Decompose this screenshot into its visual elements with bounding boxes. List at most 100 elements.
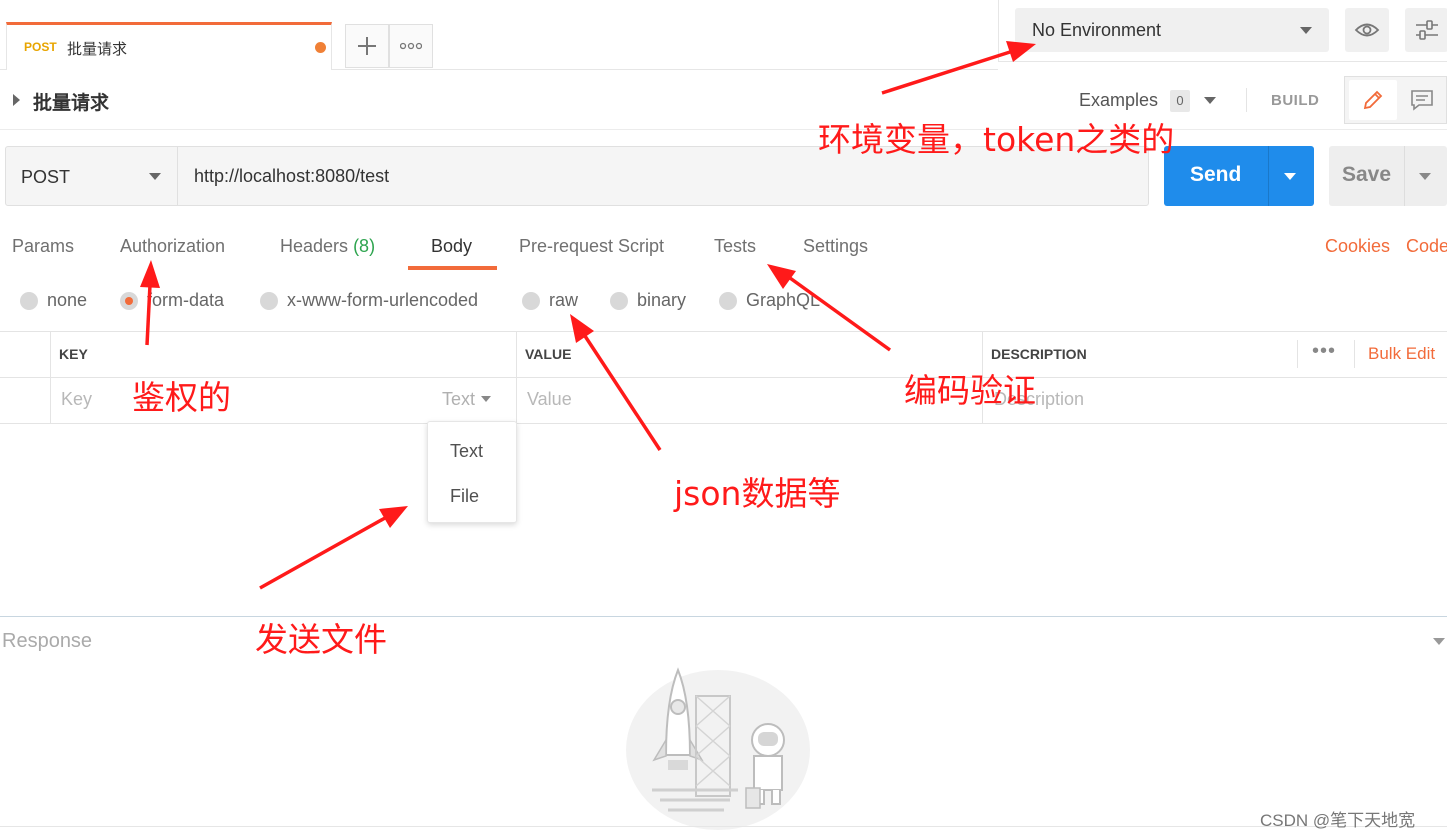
tab-authorization[interactable]: Authorization — [120, 236, 225, 257]
send-button[interactable]: Send — [1164, 146, 1314, 206]
radio-selected-icon — [120, 291, 138, 310]
body-type-binary[interactable]: binary — [610, 290, 686, 311]
table-border — [0, 423, 1447, 424]
tab-tests[interactable]: Tests — [714, 236, 756, 257]
key-type-select[interactable]: Text — [442, 389, 492, 410]
chevron-down-icon — [481, 396, 492, 402]
tab-headers-label: Headers — [280, 236, 349, 256]
active-tab-underline — [408, 266, 497, 270]
annotation-raw: json数据等 — [674, 474, 841, 513]
radio-label: binary — [637, 290, 687, 310]
body-type-urlencoded[interactable]: x-www-form-urlencoded — [260, 290, 478, 311]
column-header-description: DESCRIPTION — [991, 346, 1087, 362]
tab-strip: POST 批量请求 — [0, 0, 998, 70]
tab-prerequest-script[interactable]: Pre-request Script — [519, 236, 664, 257]
request-title-row: 批量请求 Examples 0 BUILD — [0, 70, 1447, 130]
column-header-value: VALUE — [525, 346, 572, 362]
environment-select-label: No Environment — [1032, 20, 1162, 40]
table-options-button[interactable]: ••• — [1312, 340, 1336, 363]
request-tab-name: 批量请求 — [67, 41, 128, 58]
tab-headers[interactable]: Headers (8) — [280, 236, 375, 257]
postman-window: POST 批量请求 No Environment 批量请求 Examples 0… — [0, 0, 1447, 836]
radio-icon — [719, 291, 737, 310]
environment-select[interactable]: No Environment — [1015, 8, 1329, 52]
expand-caret-icon[interactable] — [13, 94, 20, 106]
plus-icon — [358, 37, 376, 55]
response-title: Response — [2, 630, 93, 652]
new-tab-button[interactable] — [345, 24, 389, 68]
comment-icon — [1411, 90, 1433, 111]
cookies-link[interactable]: Cookies — [1325, 236, 1390, 257]
tab-settings[interactable]: Settings — [803, 236, 868, 257]
eye-icon — [1354, 23, 1380, 37]
bulk-edit-link[interactable]: Bulk Edit — [1368, 344, 1435, 364]
table-border — [50, 331, 51, 423]
body-type-graphql[interactable]: GraphQL — [719, 290, 820, 311]
table-border — [0, 331, 1447, 332]
pencil-icon — [1363, 90, 1383, 110]
mode-toggle — [1344, 76, 1447, 124]
radio-label: raw — [549, 290, 579, 310]
sliders-icon — [1415, 20, 1438, 40]
environment-quick-look-button[interactable] — [1345, 8, 1389, 52]
tab-params[interactable]: Params — [12, 236, 74, 257]
build-label[interactable]: BUILD — [1271, 92, 1319, 109]
rocket-launch-illustration — [626, 667, 810, 830]
annotation-tests: 编码验证 — [904, 371, 1036, 410]
table-border — [516, 331, 517, 423]
unsaved-dot-icon — [315, 42, 326, 53]
save-button-label: Save — [1342, 163, 1392, 186]
examples-chevron-icon[interactable] — [1204, 97, 1216, 104]
divider — [1404, 146, 1405, 206]
edit-mode-button[interactable] — [1349, 80, 1397, 120]
body-type-raw[interactable]: raw — [522, 290, 578, 311]
radio-icon — [260, 291, 278, 310]
more-dots-icon — [400, 42, 422, 50]
value-input[interactable]: Value — [527, 389, 572, 410]
table-border — [1354, 340, 1355, 368]
save-options-chevron-icon[interactable] — [1419, 173, 1431, 180]
response-divider[interactable] — [0, 616, 1447, 617]
chevron-down-icon — [1300, 27, 1312, 34]
key-input[interactable]: Key — [61, 389, 92, 410]
environment-area: No Environment — [998, 0, 1447, 62]
comments-mode-button[interactable] — [1399, 80, 1445, 120]
annotation-authorization: 鉴权的 — [132, 378, 231, 417]
watermark: CSDN @笔下天地宽 — [1260, 811, 1416, 830]
radio-icon — [20, 291, 38, 310]
column-header-key: KEY — [59, 346, 88, 362]
send-options-chevron-icon[interactable] — [1284, 173, 1296, 180]
radio-icon — [522, 291, 540, 310]
request-title[interactable]: 批量请求 — [33, 88, 109, 115]
http-method-label: POST — [21, 167, 71, 187]
examples-button[interactable]: Examples — [1079, 90, 1158, 111]
code-link[interactable]: Code — [1406, 236, 1447, 257]
annotation-file: 发送文件 — [255, 620, 387, 659]
key-type-label: Text — [442, 389, 476, 409]
tab-options-button[interactable] — [389, 24, 433, 68]
body-type-form-data[interactable]: form-data — [120, 290, 224, 311]
radio-icon — [610, 291, 628, 310]
menu-item-file[interactable]: File — [450, 486, 479, 507]
radio-label: form-data — [147, 290, 225, 310]
table-border — [1297, 340, 1298, 368]
chevron-down-icon — [149, 173, 161, 180]
request-tab-method: POST — [24, 40, 57, 54]
tab-headers-count: (8) — [353, 236, 376, 256]
menu-item-text[interactable]: Text — [450, 441, 483, 462]
http-method-select[interactable]: POST — [5, 146, 178, 206]
divider — [1268, 146, 1269, 206]
radio-label: none — [47, 290, 88, 310]
radio-label: x-www-form-urlencoded — [287, 290, 479, 310]
radio-label: GraphQL — [746, 290, 821, 310]
send-button-label: Send — [1190, 163, 1242, 186]
response-collapse-chevron-icon[interactable] — [1433, 638, 1445, 645]
manage-environments-button[interactable] — [1405, 8, 1447, 52]
examples-count-badge: 0 — [1170, 90, 1190, 112]
divider — [1246, 88, 1247, 112]
save-button[interactable]: Save — [1329, 146, 1447, 206]
body-type-none[interactable]: none — [20, 290, 87, 311]
tab-body[interactable]: Body — [431, 236, 472, 257]
status-bar-border — [0, 826, 1447, 827]
request-tab[interactable]: POST 批量请求 — [6, 22, 332, 70]
